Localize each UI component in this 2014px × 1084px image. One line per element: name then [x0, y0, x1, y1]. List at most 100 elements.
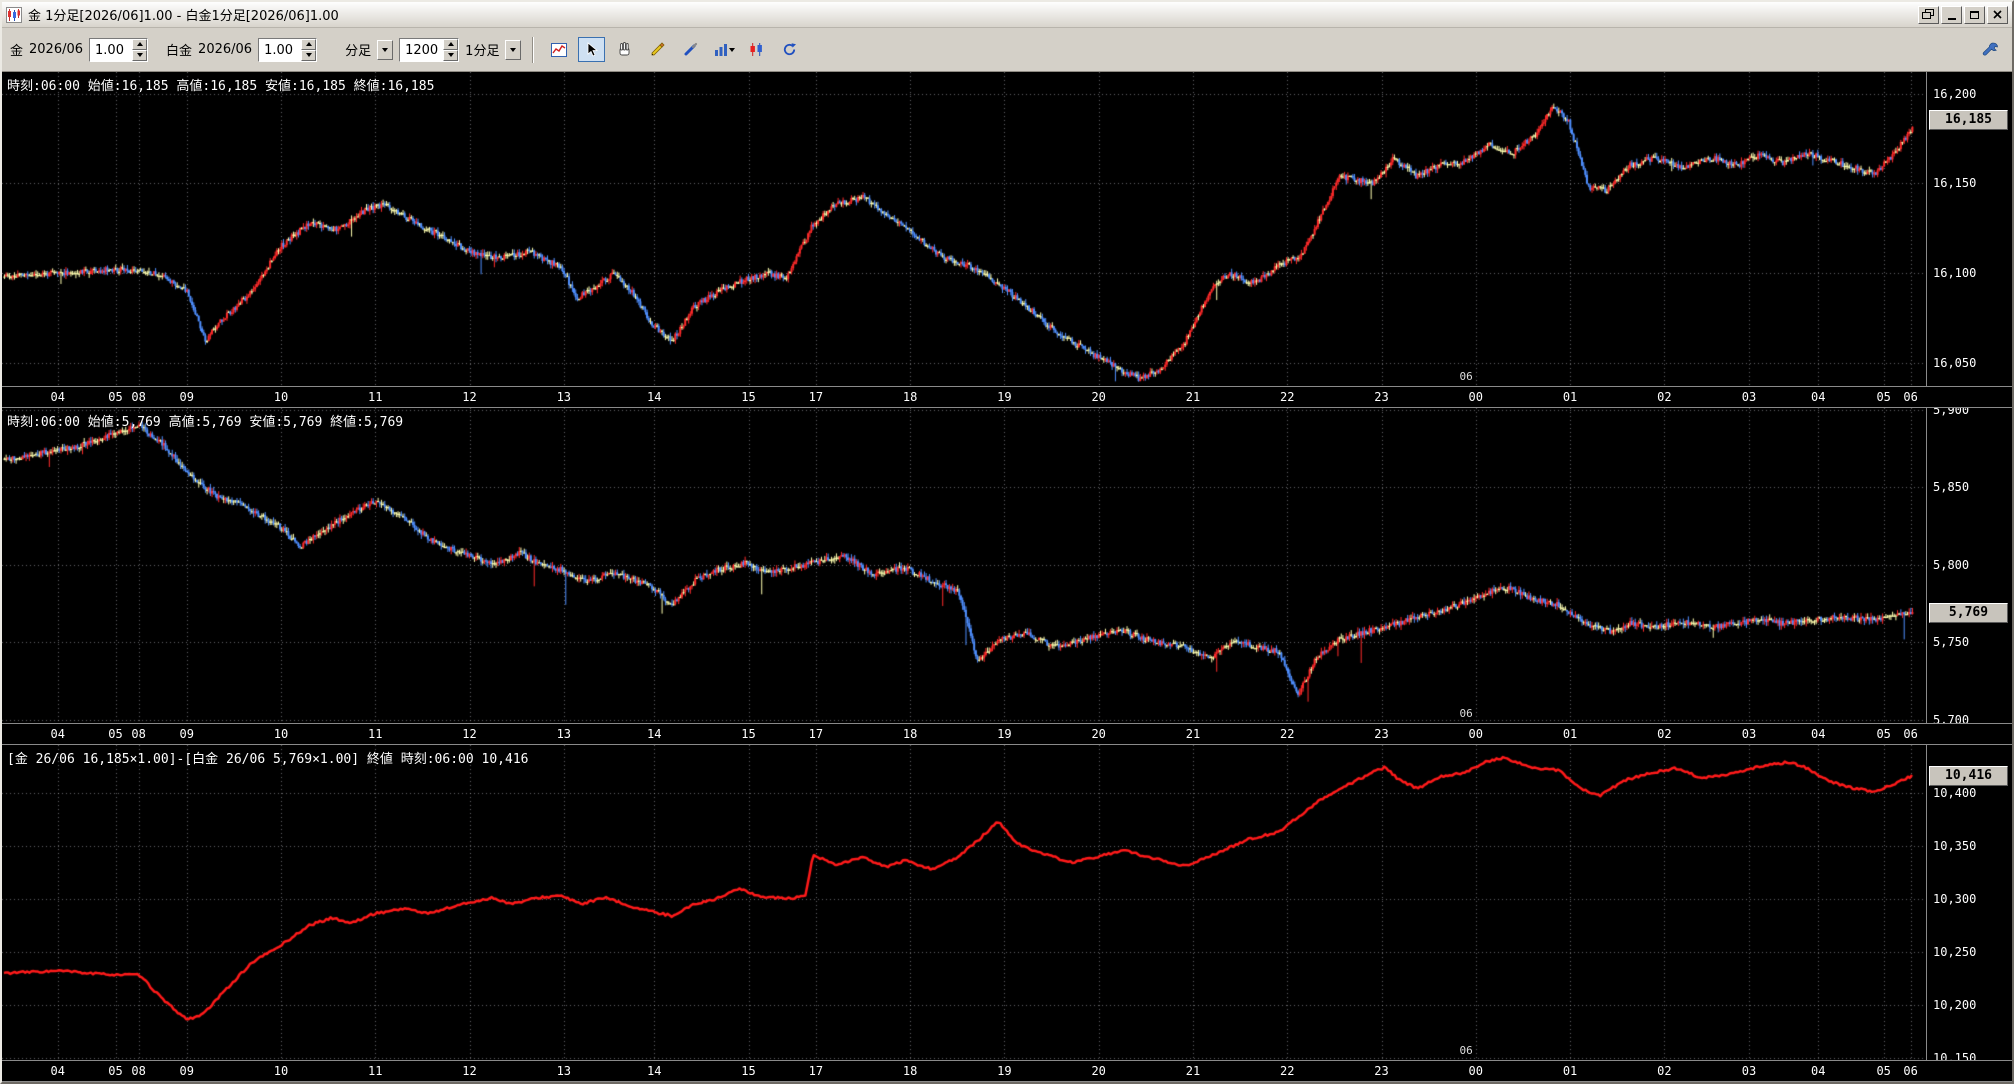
y-axis-label: 10,350	[1933, 839, 1976, 853]
bar-count-value[interactable]: 1200	[400, 39, 443, 61]
x-axis-label: 13	[557, 727, 571, 741]
platinum-ohlc-readout: 時刻:06:00 始値:5,769 高値:5,769 安値:5,769 終値:5…	[7, 411, 403, 430]
draw-pencil-icon	[649, 41, 666, 58]
refresh-icon	[781, 41, 798, 58]
platinum-chart-plot[interactable]: 時刻:06:00 始値:5,769 高値:5,769 安値:5,769 終値:5…	[2, 408, 1926, 723]
x-axis-label: 22	[1280, 727, 1294, 741]
x-axis-label: 20	[1091, 1064, 1105, 1078]
close-button[interactable]	[1987, 6, 2008, 24]
x-axis-label: 14	[647, 390, 661, 404]
gold-symbol-label: 金	[10, 40, 23, 59]
x-axis-label: 00	[1469, 1064, 1483, 1078]
x-axis-label: 22	[1280, 390, 1294, 404]
gold-time-axis: 0405080910111213141517181920212223000102…	[2, 386, 2012, 408]
x-axis-label: 10	[274, 727, 288, 741]
x-axis-label: 01	[1563, 390, 1577, 404]
x-axis-label: 05	[108, 390, 122, 404]
spread-chart-plot[interactable]: [金 26/06 16,185×1.00]-[白金 26/06 5,769×1.…	[2, 745, 1926, 1060]
gold-chart-plot[interactable]: 時刻:06:00 始値:16,185 高値:16,185 安値:16,185 終…	[2, 72, 1926, 386]
settings-button[interactable]	[1977, 37, 2004, 62]
popout-window-button[interactable]	[1918, 6, 1939, 24]
y-axis-label: 5,750	[1933, 635, 1969, 649]
y-axis-label: 10,200	[1933, 998, 1976, 1012]
x-axis-label: 00	[1469, 727, 1483, 741]
x-axis-label: 06	[1903, 727, 1917, 741]
x-axis-label: 05	[1876, 390, 1890, 404]
x-axis-label: 21	[1186, 390, 1200, 404]
interval-dropdown-button[interactable]	[377, 40, 393, 60]
timeframe-label[interactable]: 1分足	[465, 40, 499, 59]
gold-panel: 時刻:06:00 始値:16,185 高値:16,185 安値:16,185 終…	[2, 72, 2012, 408]
select-cursor-button[interactable]	[578, 37, 605, 62]
platinum-multiplier-down-button[interactable]	[301, 50, 316, 61]
platinum-multiplier-up-button[interactable]	[301, 39, 316, 50]
current-price-box: 16,185	[1929, 110, 2008, 130]
interval-type-label[interactable]: 分足	[345, 40, 371, 59]
x-axis-label: 19	[997, 390, 1011, 404]
refresh-button[interactable]	[776, 37, 803, 62]
x-axis-label: 20	[1091, 727, 1105, 741]
date-boundary-label: 06	[1460, 707, 1473, 720]
x-axis-label: 03	[1742, 1064, 1756, 1078]
x-axis-label: 05	[108, 1064, 122, 1078]
chart-window-button[interactable]	[545, 37, 572, 62]
settings-wrench-icon	[1982, 41, 2000, 59]
indicator-bars-icon	[713, 41, 735, 58]
indicator-dropdown-button[interactable]	[710, 37, 737, 62]
bar-count-up-button[interactable]	[443, 39, 458, 50]
platinum-time-axis: 0405080910111213141517181920212223000102…	[2, 723, 2012, 745]
platinum-multiplier-value[interactable]: 1.00	[259, 39, 301, 61]
gold-multiplier-down-button[interactable]	[132, 50, 147, 61]
candle-style-button[interactable]	[743, 37, 770, 62]
gold-month-label[interactable]: 2026/06	[29, 42, 83, 57]
gold-multiplier-value[interactable]: 1.00	[90, 39, 132, 61]
pan-hand-button[interactable]	[611, 37, 638, 62]
bar-count-spinner[interactable]: 1200	[399, 38, 459, 62]
x-axis-label: 04	[51, 727, 65, 741]
spread-formula-readout: [金 26/06 16,185×1.00]-[白金 26/06 5,769×1.…	[7, 748, 528, 767]
pan-hand-icon	[616, 41, 633, 58]
popout-icon	[1922, 9, 1935, 20]
arrow-down-icon	[137, 53, 143, 57]
date-boundary-label: 06	[1460, 1044, 1473, 1057]
x-axis-label: 23	[1374, 390, 1388, 404]
x-axis-label: 04	[1811, 1064, 1825, 1078]
x-axis-label: 17	[809, 390, 823, 404]
window-title: 金 1分足[2026/06]1.00 - 白金1分足[2026/06]1.00	[28, 5, 1918, 24]
draw-line-button[interactable]	[644, 37, 671, 62]
app-window: 金 1分足[2026/06]1.00 - 白金1分足[2026/06]1.00 …	[0, 0, 2014, 1084]
x-axis-label: 03	[1742, 727, 1756, 741]
current-price-box: 10,416	[1929, 766, 2008, 786]
timeframe-dropdown-button[interactable]	[505, 40, 521, 60]
titlebar[interactable]: 金 1分足[2026/06]1.00 - 白金1分足[2026/06]1.00	[2, 2, 2012, 28]
gold-multiplier-spinner[interactable]: 1.00	[89, 38, 148, 62]
gold-price-axis: 16,20016,15016,10016,05016,185	[1926, 72, 2012, 386]
x-axis-label: 09	[179, 1064, 193, 1078]
minimize-button[interactable]	[1941, 6, 1962, 24]
x-axis-label: 08	[131, 390, 145, 404]
y-axis-label: 16,150	[1933, 176, 1976, 190]
x-axis-label: 21	[1186, 1064, 1200, 1078]
maximize-button[interactable]	[1964, 6, 1985, 24]
brush-button[interactable]	[677, 37, 704, 62]
x-axis-label: 15	[741, 727, 755, 741]
x-axis-label: 05	[1876, 727, 1890, 741]
gold-candlestick-canvas[interactable]	[2, 72, 1926, 386]
y-axis-label: 16,200	[1933, 87, 1976, 101]
platinum-multiplier-spinner[interactable]: 1.00	[258, 38, 317, 62]
spread-panel: [金 26/06 16,185×1.00]-[白金 26/06 5,769×1.…	[2, 745, 2012, 1082]
y-axis-label: 5,700	[1933, 713, 1969, 723]
platinum-month-label[interactable]: 2026/06	[198, 42, 252, 57]
x-axis-label: 13	[557, 1064, 571, 1078]
x-axis-label: 05	[1876, 1064, 1890, 1078]
spread-line-canvas[interactable]	[2, 745, 1926, 1060]
x-axis-label: 06	[1903, 390, 1917, 404]
x-axis-label: 17	[809, 727, 823, 741]
x-axis-label: 06	[1903, 1064, 1917, 1078]
x-axis-label: 10	[274, 390, 288, 404]
arrow-down-icon	[448, 53, 454, 57]
maximize-icon	[1970, 11, 1979, 19]
gold-multiplier-up-button[interactable]	[132, 39, 147, 50]
platinum-candlestick-canvas[interactable]	[2, 408, 1926, 723]
bar-count-down-button[interactable]	[443, 50, 458, 61]
